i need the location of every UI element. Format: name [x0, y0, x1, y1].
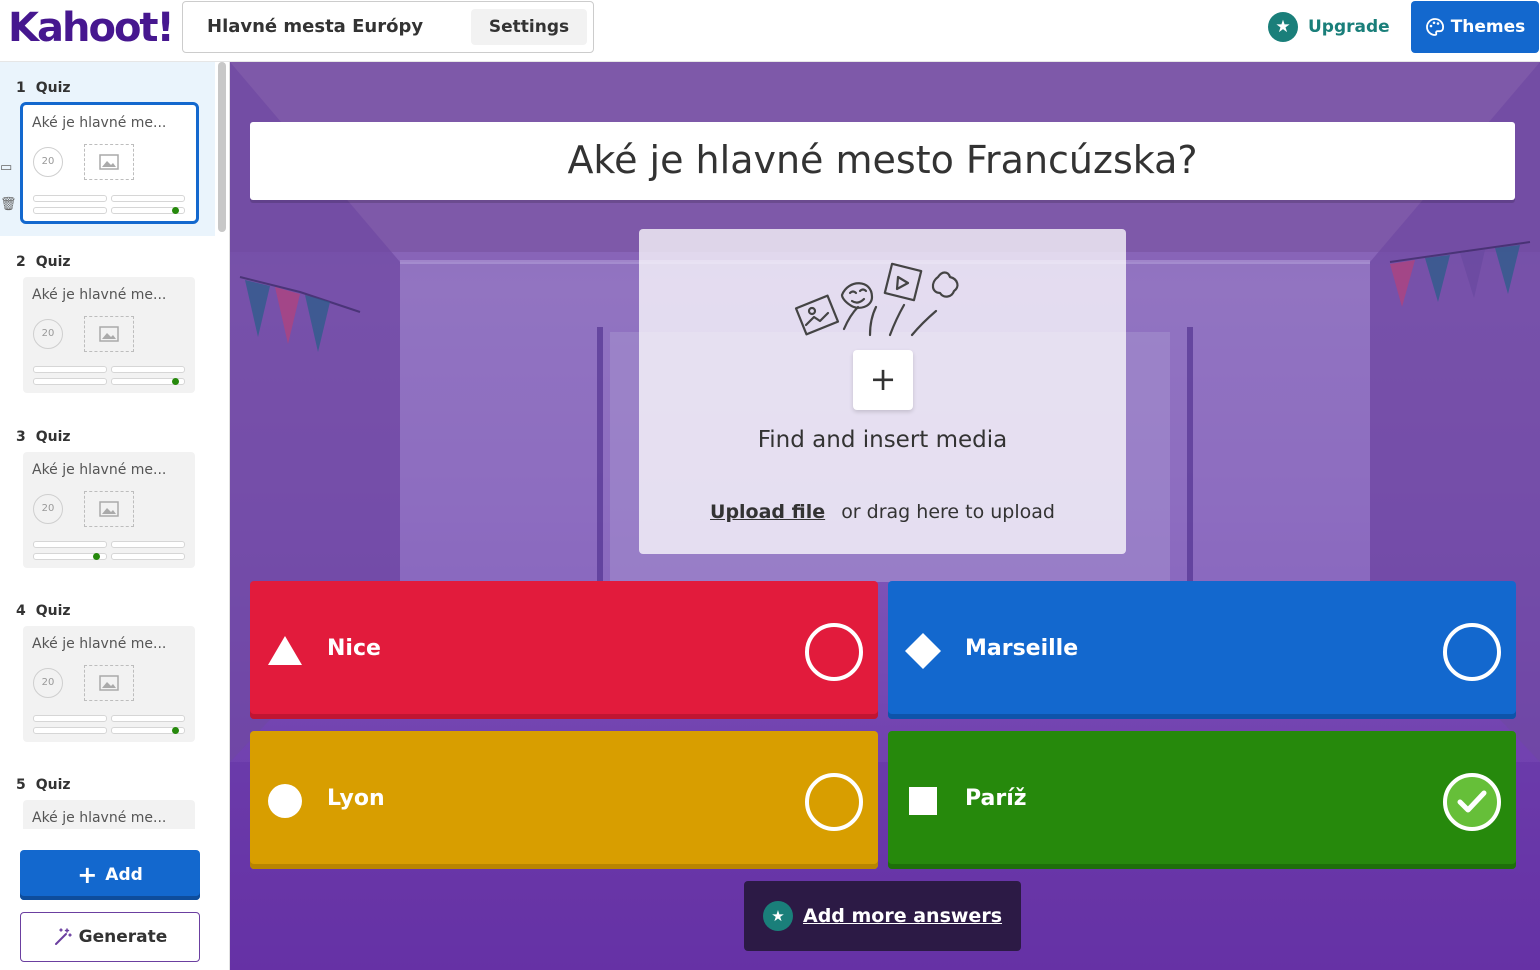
image-placeholder-icon: [84, 316, 134, 352]
slide-item-2[interactable]: 2 Quiz Aké je hlavné me... 20: [0, 236, 215, 410]
question-text: Aké je hlavné mesto Francúzska?: [567, 138, 1198, 182]
top-bar: Kahoot! Hlavné mesta Európy Settings ★ U…: [0, 0, 1540, 62]
answer-preview: [111, 553, 185, 560]
answer-preview: [33, 727, 107, 734]
answer-preview: [111, 541, 185, 548]
generate-label: Generate: [78, 927, 168, 947]
sidebar-scrollbar[interactable]: [218, 62, 226, 232]
answer-preview: [111, 366, 185, 373]
slide-header: 2 Quiz: [16, 254, 71, 270]
trash-icon[interactable]: 🗑: [0, 197, 17, 212]
correct-indicator: [172, 727, 179, 734]
question-input[interactable]: Aké je hlavné mesto Francúzska?: [250, 122, 1515, 200]
answer-1-text: Nice: [327, 636, 381, 661]
slide-item-5[interactable]: 5 Quiz Aké je hlavné me...: [0, 759, 215, 829]
settings-button[interactable]: Settings: [471, 9, 587, 45]
media-title: Find and insert media: [757, 427, 1008, 453]
quiz-title: Hlavné mesta Európy: [207, 16, 424, 37]
slide-item-1[interactable]: 1 Quiz ▭ 🗑 Aké je hlavné me... 20: [0, 62, 215, 236]
insert-media-button[interactable]: +: [853, 350, 913, 410]
upgrade-button[interactable]: ★ Upgrade: [1268, 12, 1390, 42]
slide-thumbnail[interactable]: Aké je hlavné me... 20: [20, 102, 199, 224]
mark-correct-toggle[interactable]: [1443, 773, 1501, 831]
plus-icon: +: [77, 861, 98, 889]
correct-indicator: [172, 207, 179, 214]
correct-indicator: [172, 378, 179, 385]
star-icon: ★: [762, 901, 793, 931]
answer-preview: [33, 541, 107, 548]
magic-wand-icon: [54, 928, 72, 945]
slide-header: 1 Quiz: [16, 80, 71, 96]
answer-preview: [111, 715, 185, 722]
slide-question-preview: Aké je hlavné me...: [32, 287, 167, 303]
answer-preview: [33, 366, 107, 373]
kahoot-logo[interactable]: Kahoot!: [8, 2, 175, 54]
media-dropzone[interactable]: + Find and insert media Upload file or d…: [639, 229, 1126, 554]
mark-correct-toggle[interactable]: [805, 623, 863, 681]
slide-question-preview: Aké je hlavné me...: [32, 462, 167, 478]
add-slide-button[interactable]: + Add: [20, 850, 200, 900]
checkmark-icon: [1457, 790, 1487, 813]
answer-4-text: Paríž: [965, 786, 1027, 811]
image-placeholder-icon: [84, 144, 134, 180]
slide-header: 3 Quiz: [16, 429, 71, 445]
mark-correct-toggle[interactable]: [1443, 623, 1501, 681]
quiz-title-field[interactable]: Hlavné mesta Európy Settings: [182, 1, 594, 53]
add-label: Add: [105, 865, 143, 885]
answer-3[interactable]: Lyon: [250, 731, 878, 869]
square-icon: [909, 787, 937, 815]
upload-hint-text: or drag here to upload: [841, 501, 1055, 523]
slide-thumbnail[interactable]: Aké je hlavné me...: [23, 800, 195, 829]
image-placeholder-icon: [84, 665, 134, 701]
time-limit-badge: 20: [33, 668, 63, 698]
slide-thumbnail[interactable]: Aké je hlavné me... 20: [23, 626, 195, 742]
time-limit-badge: 20: [33, 319, 63, 349]
answer-2-text: Marseille: [965, 636, 1079, 661]
upload-file-link[interactable]: Upload file: [710, 501, 825, 523]
triangle-icon: [268, 636, 302, 665]
duplicate-icon[interactable]: ▭: [0, 160, 12, 175]
slide-header: 4 Quiz: [16, 603, 71, 619]
palette-icon: [1425, 18, 1444, 36]
slide-thumbnail[interactable]: Aké je hlavné me... 20: [23, 452, 195, 568]
slide-question-preview: Aké je hlavné me...: [32, 636, 167, 652]
time-limit-badge: 20: [33, 147, 63, 177]
answer-preview: [33, 378, 107, 385]
answer-3-text: Lyon: [327, 786, 385, 811]
generate-button[interactable]: Generate: [20, 912, 200, 962]
correct-indicator: [93, 553, 100, 560]
circle-icon: [268, 784, 302, 818]
mark-correct-toggle[interactable]: [805, 773, 863, 831]
themes-label: Themes: [1450, 17, 1526, 37]
media-types-icon: [794, 262, 959, 337]
question-canvas: Aké je hlavné mesto Francúzska? + Find a…: [230, 62, 1540, 970]
slide-item-4[interactable]: 4 Quiz Aké je hlavné me... 20: [0, 585, 215, 759]
slide-item-3[interactable]: 3 Quiz Aké je hlavné me... 20: [0, 411, 215, 585]
answer-preview: [111, 195, 185, 202]
answer-2[interactable]: Marseille: [888, 581, 1516, 719]
upload-hint: Upload file or drag here to upload: [639, 501, 1126, 523]
slide-sidebar: 1 Quiz ▭ 🗑 Aké je hlavné me... 20 2 Quiz A…: [0, 62, 230, 970]
time-limit-badge: 20: [33, 494, 63, 524]
answer-preview: [33, 195, 107, 202]
answer-preview: [33, 715, 107, 722]
star-icon: ★: [1268, 12, 1298, 42]
upgrade-label: Upgrade: [1308, 17, 1390, 37]
answer-preview: [33, 207, 107, 214]
slide-question-preview: Aké je hlavné me...: [32, 810, 167, 826]
diamond-icon: [905, 633, 941, 669]
add-more-answers-button[interactable]: ★ Add more answers: [744, 881, 1021, 951]
themes-button[interactable]: Themes: [1411, 1, 1539, 53]
answer-1[interactable]: Nice: [250, 581, 878, 719]
image-placeholder-icon: [84, 491, 134, 527]
answer-4[interactable]: Paríž: [888, 731, 1516, 869]
add-more-answers-label: Add more answers: [802, 905, 1003, 927]
slide-thumbnail[interactable]: Aké je hlavné me... 20: [23, 277, 195, 393]
slide-question-preview: Aké je hlavné me...: [32, 115, 167, 131]
slide-header: 5 Quiz: [16, 777, 71, 793]
